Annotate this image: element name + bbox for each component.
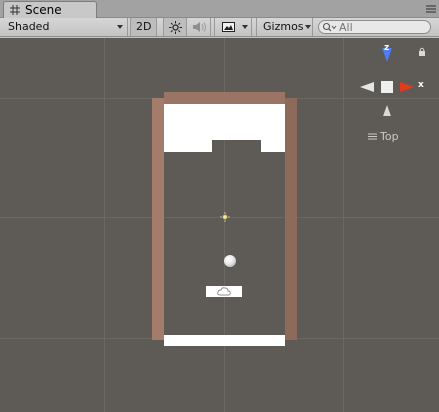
- paddle[interactable]: [206, 286, 242, 297]
- mode-2d-toggle[interactable]: 2D: [130, 18, 157, 36]
- image-icon: [222, 22, 235, 32]
- wall-top[interactable]: [164, 92, 285, 104]
- speaker-icon: [193, 22, 206, 32]
- axis-neg-x-cone[interactable]: [360, 82, 374, 92]
- scene-lighting-toggle[interactable]: [163, 18, 187, 36]
- tab-label: Scene: [25, 3, 62, 17]
- brick-block[interactable]: [164, 104, 285, 140]
- scene-audio-toggle[interactable]: [187, 18, 211, 36]
- view-label-text: Top: [380, 130, 399, 143]
- axis-x-cone[interactable]: [400, 82, 414, 92]
- wall-right[interactable]: [285, 98, 297, 340]
- ball[interactable]: [224, 255, 236, 267]
- chevron-down-icon: [305, 25, 311, 29]
- grid-icon: [10, 5, 20, 15]
- mode-2d-label: 2D: [136, 20, 152, 33]
- chevron-down-icon: [117, 25, 123, 29]
- grid-line: [104, 38, 105, 412]
- sun-icon: [169, 21, 182, 34]
- brick-block[interactable]: [164, 140, 212, 152]
- gizmo-center-cube[interactable]: [381, 81, 393, 93]
- gizmos-label: Gizmos: [263, 20, 304, 33]
- search-input[interactable]: [339, 21, 427, 33]
- axis-neg-z-cone[interactable]: [382, 105, 392, 116]
- chevron-down-icon: [242, 25, 248, 29]
- wall-left[interactable]: [152, 98, 164, 340]
- scene-viewport[interactable]: z x Top: [0, 38, 439, 412]
- axis-z-label: z: [384, 43, 390, 53]
- scene-toolbar: Shaded 2D Gizmos: [0, 18, 439, 37]
- grid-line: [343, 38, 344, 412]
- light-icon[interactable]: [220, 212, 230, 222]
- bottom-bar[interactable]: [164, 335, 285, 346]
- brick-block[interactable]: [261, 140, 285, 152]
- shading-mode-label: Shaded: [8, 20, 50, 33]
- scene-effects-dropdown[interactable]: [214, 18, 252, 36]
- gizmos-dropdown[interactable]: Gizmos: [256, 18, 313, 36]
- tab-bar: Scene: [0, 0, 439, 18]
- hierarchy-search: [318, 20, 431, 34]
- cloud-icon: [217, 287, 231, 296]
- view-mode-label[interactable]: Top: [368, 130, 428, 144]
- menu-lines-icon: [368, 133, 377, 140]
- axis-x-label: x: [418, 80, 424, 90]
- shading-mode-dropdown[interactable]: Shaded: [0, 18, 128, 36]
- context-menu-icon[interactable]: [426, 4, 436, 13]
- tab-scene[interactable]: Scene: [3, 1, 97, 18]
- search-icon[interactable]: [322, 22, 337, 33]
- lock-icon[interactable]: [418, 47, 426, 56]
